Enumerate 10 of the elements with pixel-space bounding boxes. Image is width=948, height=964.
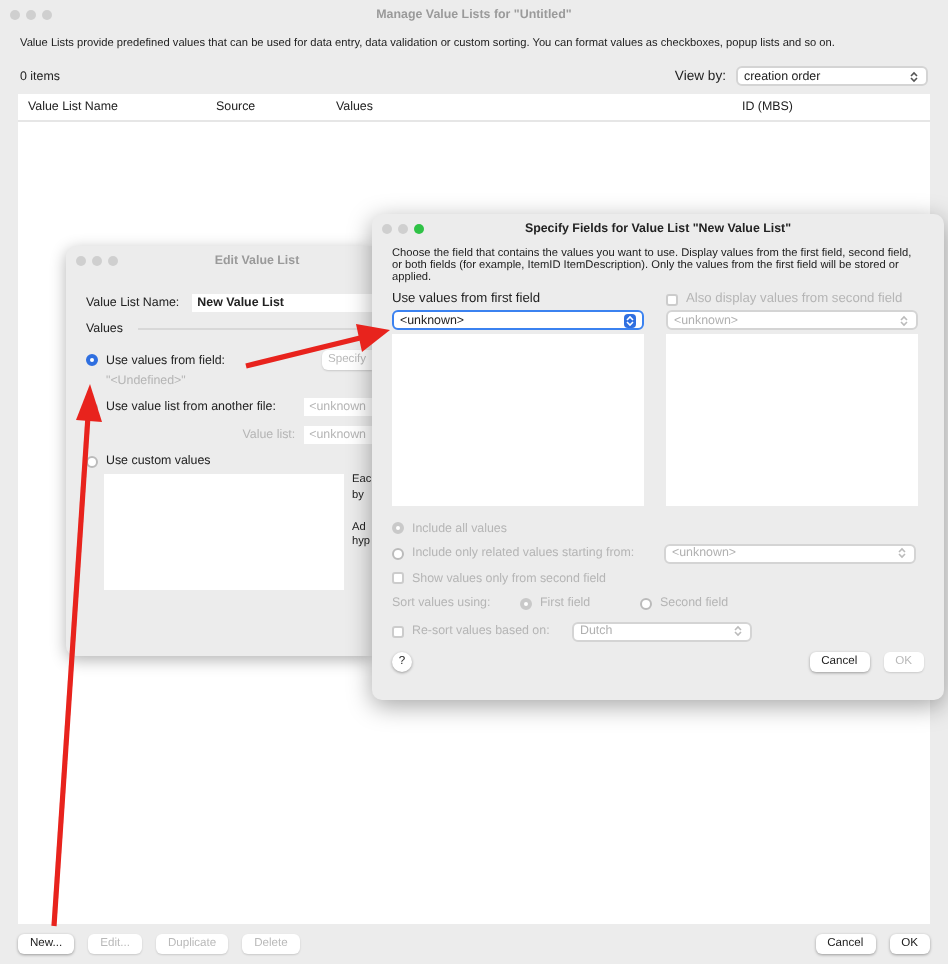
window-controls-icon[interactable] — [10, 9, 52, 19]
first-field-list[interactable] — [392, 334, 644, 506]
window-controls-icon[interactable] — [76, 255, 118, 265]
chevron-icon — [624, 313, 636, 327]
chevron-icon — [908, 69, 920, 83]
chevron-icon — [898, 313, 910, 327]
chevron-icon — [896, 546, 908, 561]
window-controls-icon[interactable] — [382, 223, 424, 233]
chevron-icon — [732, 624, 744, 638]
radio-button[interactable] — [86, 354, 98, 366]
